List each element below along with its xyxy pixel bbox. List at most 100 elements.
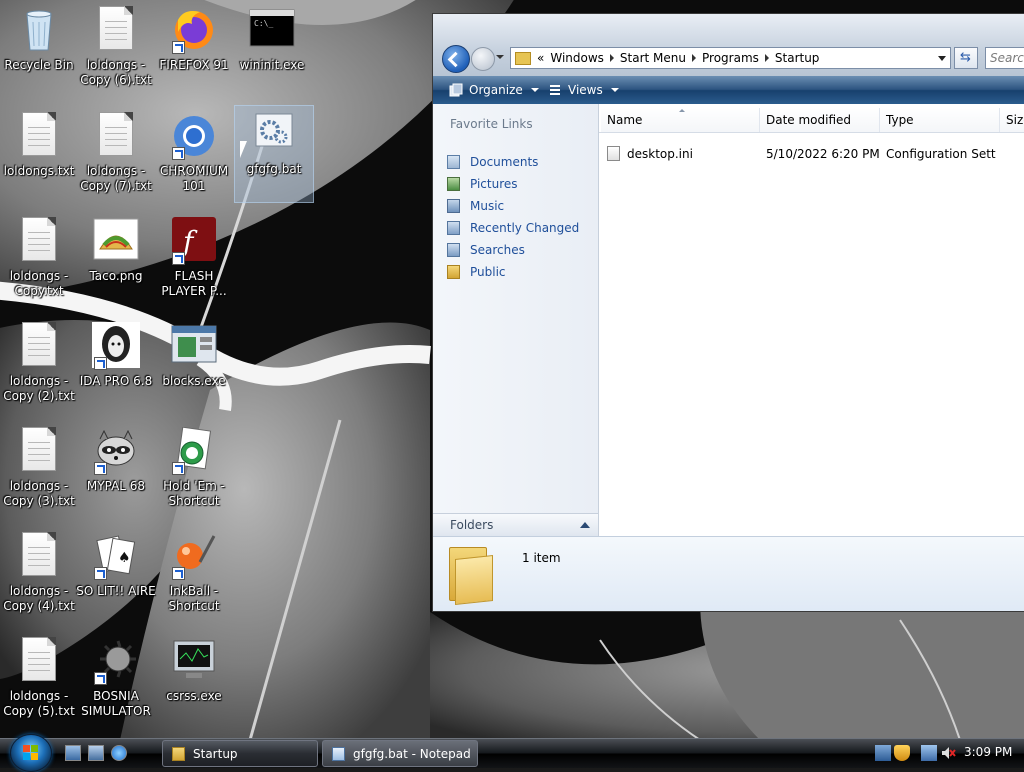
breadcrumb-item[interactable]: Windows xyxy=(550,51,614,65)
volume-muted-icon[interactable] xyxy=(940,745,956,761)
nav-link-documents[interactable]: Documents xyxy=(447,153,538,171)
desktop-icon-blocks[interactable]: blocks.exe xyxy=(155,318,233,414)
start-button[interactable] xyxy=(10,734,52,772)
chevron-down-icon xyxy=(610,88,619,92)
views-icon xyxy=(548,83,562,97)
desktop-icon-label: loldongs - Copy.txt xyxy=(9,269,69,298)
desktop-icon-label: CHROMIUM 101 xyxy=(159,164,229,193)
desktop-icon-label: SO LIT!! AIRE xyxy=(76,584,156,598)
chevron-down-icon[interactable] xyxy=(938,56,946,61)
desktop-icon-label: loldongs - Copy (7).txt xyxy=(80,164,152,193)
shortcut-arrow-icon xyxy=(172,147,185,160)
desktop-icon-file[interactable]: loldongs - Copy (4).txt xyxy=(0,528,78,624)
folder-icon xyxy=(172,746,185,761)
nav-link-public[interactable]: Public xyxy=(447,263,506,281)
desktop-icon-file[interactable]: loldongs.txt xyxy=(0,108,78,204)
show-desktop-icon[interactable] xyxy=(65,745,81,761)
refresh-button[interactable]: ⇆ xyxy=(954,47,978,69)
item-count: 1 item xyxy=(522,551,561,565)
breadcrumb-item[interactable]: Programs xyxy=(702,51,769,65)
desktop-icon-file[interactable]: loldongs - Copy.txt xyxy=(0,213,78,309)
breadcrumb-item[interactable]: Start Menu xyxy=(620,51,696,65)
recycle-bin-icon xyxy=(15,6,63,54)
explorer-window: « Windows Start Menu Programs Startup ⇆ … xyxy=(432,13,1024,612)
taskbar-button-notepad[interactable]: gfgfg.bat - Notepad xyxy=(322,740,478,767)
playing-cards-icon: ♠ xyxy=(92,532,140,580)
desktop-icon-file[interactable]: loldongs - Copy (3).txt xyxy=(0,423,78,519)
desktop-icon-label: loldongs - Copy (2).txt xyxy=(3,374,75,403)
file-name: desktop.ini xyxy=(627,147,693,161)
breadcrumb-item[interactable]: Startup xyxy=(775,51,820,65)
details-pane: 1 item xyxy=(433,536,1024,611)
security-shield-icon[interactable] xyxy=(894,745,910,761)
desktop-icon-file[interactable]: loldongs - Copy (5).txt xyxy=(0,633,78,729)
chromium-icon xyxy=(170,112,218,160)
chevron-right-icon[interactable] xyxy=(764,54,769,62)
recent-pages-dropdown[interactable] xyxy=(496,55,504,59)
chevron-right-icon[interactable] xyxy=(609,54,614,62)
recently-changed-icon xyxy=(447,221,460,235)
desktop-icon-label: IDA PRO 6.8 xyxy=(79,374,153,388)
shortcut-arrow-icon xyxy=(172,41,185,54)
desktop-icon-label: loldongs - Copy (4).txt xyxy=(3,584,75,613)
nav-link-searches[interactable]: Searches xyxy=(447,241,525,259)
organize-button[interactable]: Organize xyxy=(449,76,539,104)
folders-toggle[interactable]: Folders xyxy=(433,513,599,536)
desktop-icon-recycle-bin[interactable]: Recycle Bin xyxy=(0,2,78,98)
desktop-icon-ida-pro[interactable]: IDA PRO 6.8 xyxy=(77,318,155,414)
desktop-icon-label: MYPAL 68 xyxy=(86,479,146,493)
desktop-icon-file[interactable]: loldongs - Copy (7).txt xyxy=(77,108,155,204)
documents-icon xyxy=(447,155,460,169)
desktop-icon-mypal[interactable]: MYPAL 68 xyxy=(77,423,155,519)
desktop-icon-solitaire[interactable]: ♠ SO LIT!! AIRE xyxy=(76,528,156,624)
back-button[interactable] xyxy=(442,45,470,73)
desktop-icon-bosnia[interactable]: BOSNIA SIMULATOR xyxy=(77,633,155,729)
desktop-icon-label: FIREFOX 91 xyxy=(159,58,229,72)
column-header-type[interactable]: Type xyxy=(880,108,1000,132)
search-input[interactable]: Search xyxy=(985,47,1024,69)
taskbar-clock[interactable]: 3:09 PM xyxy=(964,745,1012,759)
nav-link-recently-changed[interactable]: Recently Changed xyxy=(447,219,579,237)
column-header-date-modified[interactable]: Date modified xyxy=(760,108,880,132)
desktop-icon-label: gfgfg.bat xyxy=(246,162,302,176)
notepad-icon xyxy=(332,746,345,761)
sort-ascending-icon xyxy=(679,109,685,112)
desktop-icon-file[interactable]: loldongs - Copy (6).txt xyxy=(77,2,155,98)
desktop-icon-taco[interactable]: Taco.png xyxy=(77,213,155,309)
chevron-right-icon[interactable] xyxy=(692,54,696,62)
nav-link-music[interactable]: Music xyxy=(447,197,504,215)
command-bar: Organize Views xyxy=(433,76,1024,104)
batch-file-gears-icon xyxy=(250,110,298,158)
computer-icon[interactable] xyxy=(921,745,937,761)
network-icon[interactable] xyxy=(875,745,891,761)
desktop-icon-csrss[interactable]: csrss.exe xyxy=(155,633,233,729)
text-file-icon xyxy=(15,637,63,685)
desktop-icon-file[interactable]: loldongs - Copy (2).txt xyxy=(0,318,78,414)
desktop-icon-label: InkBall - Shortcut xyxy=(168,584,220,613)
column-header-name[interactable]: Name xyxy=(601,108,760,132)
desktop-icon-firefox[interactable]: FIREFOX 91 xyxy=(155,2,233,98)
nav-link-pictures[interactable]: Pictures xyxy=(447,175,518,193)
desktop-icon-hold-em[interactable]: Hold 'Em - Shortcut xyxy=(155,423,233,519)
switch-windows-icon[interactable] xyxy=(88,745,104,761)
inkball-icon xyxy=(170,532,218,580)
navigation-pane: Favorite Links Documents Pictures Music … xyxy=(433,104,599,536)
chevron-up-icon xyxy=(580,522,590,528)
taskbar-button-startup[interactable]: Startup xyxy=(162,740,318,767)
file-type: Configuration Sett... xyxy=(886,147,996,161)
views-button[interactable]: Views xyxy=(548,76,619,104)
column-header-size[interactable]: Size xyxy=(1000,108,1024,132)
windows-logo-icon xyxy=(23,745,39,761)
address-bar[interactable]: « Windows Start Menu Programs Startup xyxy=(510,47,951,69)
text-file-icon xyxy=(92,6,140,54)
desktop-icon-flash-player[interactable]: f FLASH PLAYER P... xyxy=(155,213,233,309)
desktop-icon-chromium[interactable]: CHROMIUM 101 xyxy=(155,108,233,204)
shortcut-arrow-icon xyxy=(94,462,107,475)
breadcrumb-overflow[interactable]: « xyxy=(537,51,544,65)
desktop-icon-wininit[interactable]: C:\_ wininit.exe xyxy=(233,2,311,98)
forward-button[interactable] xyxy=(471,47,495,71)
svg-text:C:\_: C:\_ xyxy=(254,19,273,28)
shortcut-arrow-icon xyxy=(172,462,185,475)
internet-explorer-icon[interactable] xyxy=(111,745,127,761)
desktop-icon-inkball[interactable]: InkBall - Shortcut xyxy=(155,528,233,624)
